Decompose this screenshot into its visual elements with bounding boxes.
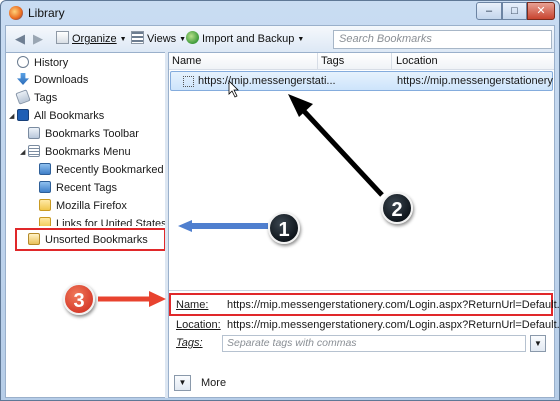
sidebar-item-mozilla-firefox[interactable]: Mozilla Firefox [39, 198, 127, 214]
download-icon [17, 73, 29, 85]
sidebar-item-history[interactable]: History [17, 55, 68, 71]
sidebar-item-links-united-states[interactable]: Links for United States [39, 216, 167, 226]
import-backup-icon [186, 31, 199, 44]
import-backup-button[interactable]: Import and Backup ▼ [186, 30, 304, 49]
smart-folder-icon [39, 163, 51, 175]
sidebar-item-label: Recent Tags [56, 182, 117, 194]
sidebar-item-label: Mozilla Firefox [56, 200, 127, 212]
unsorted-folder-icon [28, 233, 40, 245]
organize-label: Organize [72, 33, 117, 45]
column-header: Name Tags Location [169, 53, 554, 70]
search-input[interactable]: Search Bookmarks [333, 30, 552, 49]
tags-dropdown-button[interactable]: ▼ [530, 335, 546, 352]
more-label: More [201, 377, 227, 389]
bookmark-list-pane: Name Tags Location https://mip.messenger… [168, 52, 560, 398]
smart-folder-icon [39, 181, 51, 193]
tags-input[interactable]: Separate tags with commas [222, 335, 526, 352]
bookmark-page-icon [183, 76, 194, 87]
column-location[interactable]: Location [396, 55, 438, 67]
sidebar-item-all-bookmarks[interactable]: All Bookmarks [17, 108, 104, 124]
firefox-icon [9, 6, 23, 20]
sidebar-item-label: Links for United States [56, 218, 167, 226]
toolbar: ◀ ▶ Organize ▼ Views ▼ Import and Backup ▼ … [5, 25, 555, 52]
annotation-badge-1: 1 [268, 212, 300, 244]
bookmark-details-panel: Name: https://mip.messengerstationery.co… [169, 290, 560, 397]
menu-folder-icon [28, 145, 40, 157]
toolbar-folder-icon [28, 127, 40, 139]
more-toggle-button[interactable]: ▼ [174, 375, 191, 391]
maximize-button[interactable]: □ [502, 2, 527, 20]
bookmark-name: https://mip.messengerstati... [198, 75, 336, 87]
sidebar-item-recent-tags[interactable]: Recent Tags [39, 180, 117, 196]
column-tags[interactable]: Tags [321, 55, 344, 67]
annotation-badge-2: 2 [381, 192, 413, 224]
sidebar-item-label: Downloads [34, 74, 89, 86]
collapse-icon[interactable]: ◢ [20, 148, 25, 156]
back-button[interactable]: ◀ [13, 32, 27, 46]
location-label: Location: [176, 319, 221, 331]
column-name[interactable]: Name [172, 55, 201, 67]
sidebar-item-label: Bookmarks Menu [45, 146, 131, 158]
sidebar-item-label: Recently Bookmarked [56, 164, 164, 176]
forward-button[interactable]: ▶ [31, 32, 45, 46]
folder-icon [39, 217, 51, 226]
organize-icon [56, 31, 69, 44]
views-icon [131, 31, 144, 44]
sidebar-item-downloads[interactable]: Downloads [17, 72, 88, 88]
chevron-down-icon: ▼ [297, 36, 305, 43]
bookmarks-star-icon [17, 109, 29, 121]
close-button[interactable]: ✕ [527, 2, 555, 20]
location-field[interactable]: https://mip.messengerstationery.com/Logi… [227, 319, 560, 331]
list-item[interactable]: https://mip.messengerstati... https://mi… [170, 71, 553, 91]
sidebar-item-label: All Bookmarks [34, 110, 105, 122]
sidebar: History Downloads Tags ◢ All Bookmarks B… [5, 52, 167, 398]
views-label: Views [147, 33, 177, 45]
sidebar-item-bookmarks-toolbar[interactable]: Bookmarks Toolbar [28, 126, 139, 142]
name-field[interactable]: https://mip.messengerstationery.com/Logi… [227, 299, 560, 311]
import-backup-label: Import and Backup [202, 33, 295, 45]
history-icon [17, 56, 29, 68]
folder-icon [39, 199, 51, 211]
chevron-down-icon: ▼ [119, 36, 127, 43]
views-button[interactable]: Views ▼ [131, 30, 186, 49]
window-title: Library [28, 6, 65, 20]
sidebar-item-label: Tags [34, 92, 58, 104]
sidebar-item-label: Unsorted Bookmarks [45, 234, 148, 246]
sidebar-item-tags[interactable]: Tags [15, 89, 58, 106]
tag-icon [15, 89, 31, 105]
minimize-button[interactable]: – [476, 2, 502, 20]
organize-button[interactable]: Organize ▼ [56, 30, 127, 49]
sidebar-item-label: History [34, 57, 69, 69]
library-window: Library – □ ✕ ◀ ▶ Organize ▼ Views ▼ Impor… [0, 0, 560, 401]
sidebar-item-label: Bookmarks Toolbar [45, 128, 139, 140]
chevron-down-icon: ▼ [534, 339, 542, 348]
sidebar-item-recently-bookmarked[interactable]: Recently Bookmarked [39, 162, 164, 178]
name-label: Name: [176, 299, 209, 311]
sidebar-item-unsorted-bookmarks[interactable]: Unsorted Bookmarks [28, 232, 148, 248]
tags-label: Tags: [176, 337, 203, 349]
column-divider[interactable] [317, 53, 318, 70]
annotation-badge-3: 3 [63, 283, 95, 315]
sidebar-item-bookmarks-menu[interactable]: Bookmarks Menu [28, 144, 131, 160]
chevron-down-icon: ▼ [178, 378, 187, 387]
column-divider[interactable] [391, 53, 392, 70]
bookmark-location: https://mip.messengerstationery.co... [397, 75, 553, 87]
collapse-icon[interactable]: ◢ [9, 112, 14, 120]
title-bar[interactable]: Library – □ ✕ [1, 1, 559, 25]
